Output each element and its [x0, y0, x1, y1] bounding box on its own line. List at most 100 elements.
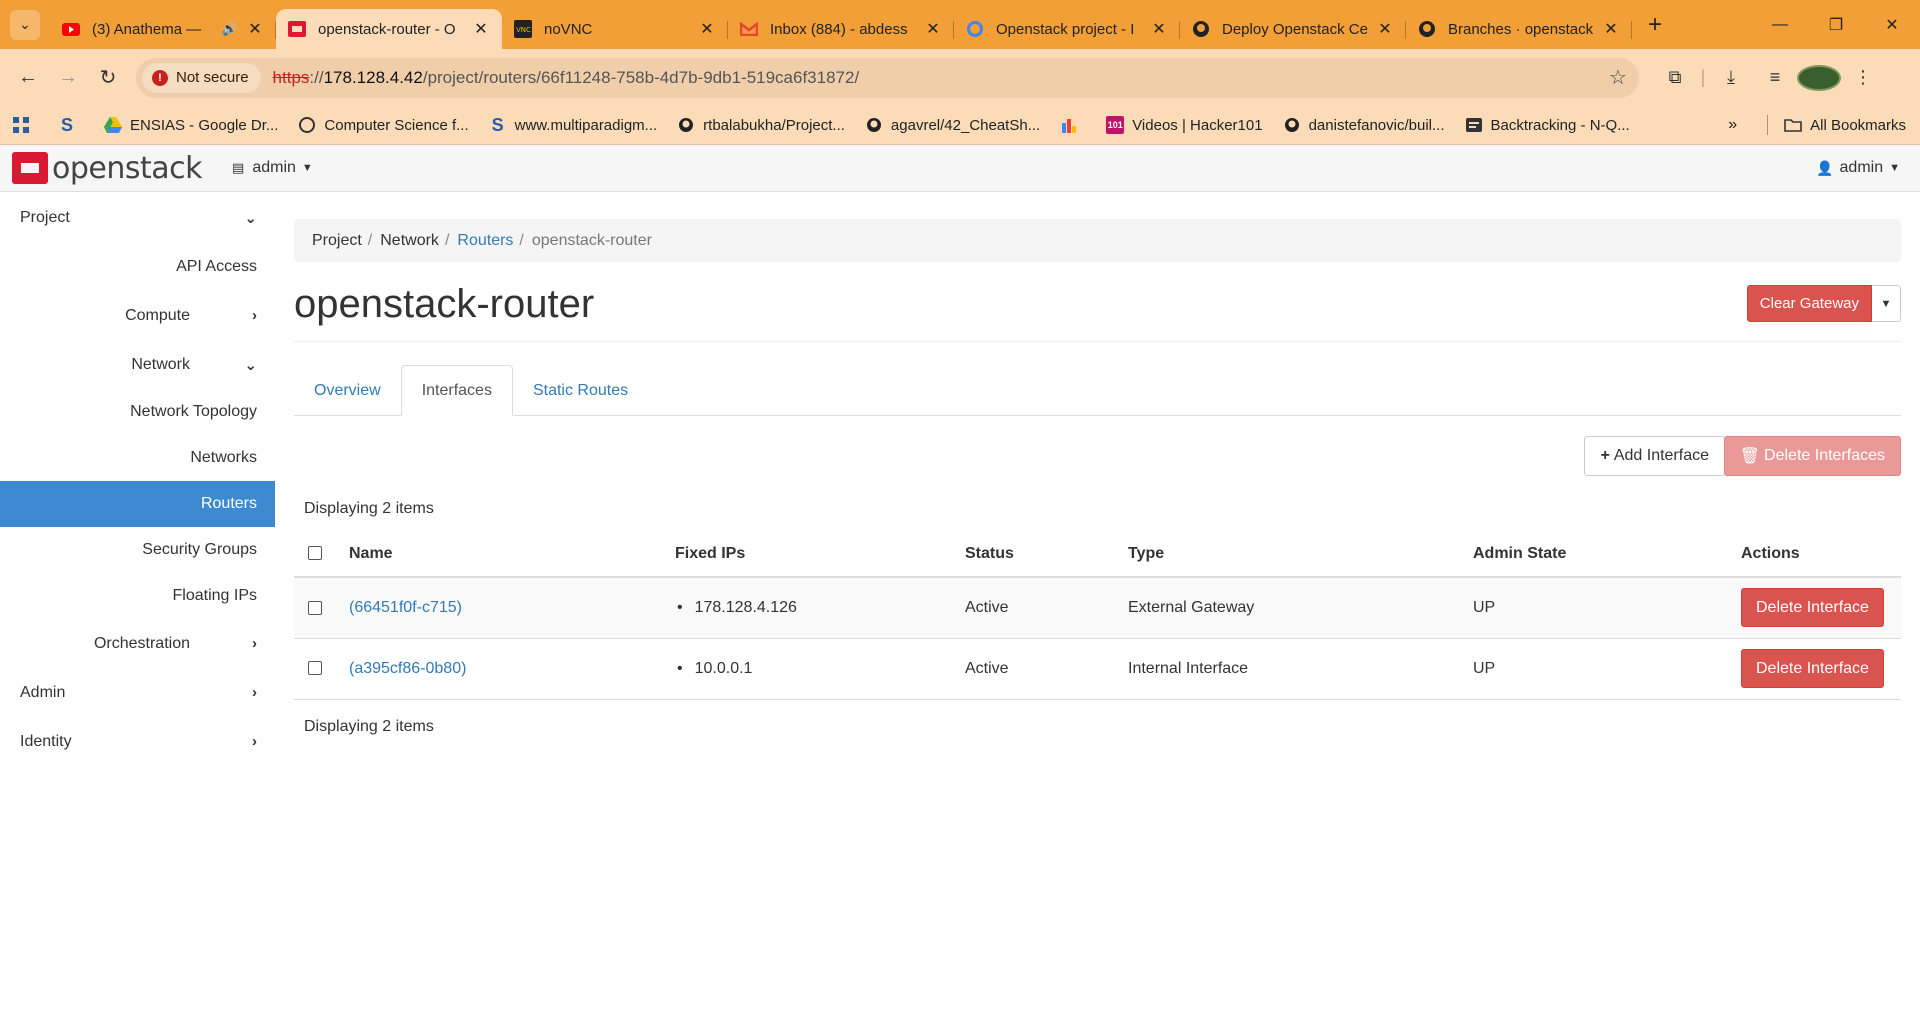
new-tab-icon[interactable]: +: [1640, 10, 1670, 40]
openstack-topnav: openstack ▤ admin ▼ 👤 admin ▼: [0, 145, 1920, 192]
browser-tab[interactable]: Branches · openstack ✕: [1406, 9, 1632, 49]
delete-interfaces-label: Delete Interfaces: [1764, 447, 1885, 464]
sidebar-item-label: Network Topology: [130, 403, 257, 420]
close-tab-icon[interactable]: ✕: [246, 19, 264, 39]
actions-dropdown-toggle[interactable]: ▼: [1872, 285, 1901, 322]
fixed-ip-cell: 178.128.4.126: [667, 577, 957, 639]
bookmark-item[interactable]: [1060, 116, 1086, 134]
close-window-icon[interactable]: ✕: [1864, 0, 1920, 49]
sidebar-item-network-topology[interactable]: Network Topology: [0, 389, 275, 435]
bookmark-item[interactable]: [12, 116, 38, 134]
tab-overview[interactable]: Overview: [294, 365, 401, 416]
status-cell: Active: [957, 638, 1120, 700]
browser-tab[interactable]: VNC noVNC ✕: [502, 9, 728, 49]
close-tab-icon[interactable]: ✕: [1376, 19, 1394, 39]
sidebar-item-label: Identity: [20, 732, 72, 750]
clear-gateway-button[interactable]: Clear Gateway: [1746, 285, 1872, 322]
forward-icon[interactable]: →: [50, 60, 86, 96]
bookmark-item[interactable]: Backtracking - N-Q...: [1465, 116, 1630, 134]
sidebar-item-network[interactable]: Network ⌄: [0, 340, 275, 389]
column-header-type[interactable]: Type: [1120, 531, 1465, 578]
add-interface-button[interactable]: + Add Interface: [1584, 436, 1725, 476]
column-header-status[interactable]: Status: [957, 531, 1120, 578]
column-header-fixed-ips[interactable]: Fixed IPs: [667, 531, 957, 578]
delete-interface-button[interactable]: Delete Interface: [1741, 649, 1884, 688]
download-icon[interactable]: ⤓: [1709, 67, 1753, 88]
sidebar-item-security-groups[interactable]: Security Groups: [0, 527, 275, 573]
row-checkbox[interactable]: [308, 600, 322, 615]
browser-tab[interactable]: Inbox (884) - abdess ✕: [728, 9, 954, 49]
all-bookmarks-label: All Bookmarks: [1810, 116, 1906, 134]
bookmark-item[interactable]: Swww.multiparadigm...: [489, 115, 658, 135]
column-header-name[interactable]: Name: [341, 531, 667, 578]
browser-tab[interactable]: Deploy Openstack Ce ✕: [1180, 9, 1406, 49]
interface-name-link[interactable]: (66451f0f-c715): [349, 599, 462, 616]
close-tab-icon[interactable]: ✕: [472, 19, 490, 39]
browser-tab[interactable]: (3) Anathema — 🔊 ✕: [50, 9, 276, 49]
tab-search-icon[interactable]: ⌄: [10, 9, 40, 40]
chevron-right-icon: ›: [252, 635, 257, 652]
sidebar-item-networks[interactable]: Networks: [0, 435, 275, 481]
close-tab-icon[interactable]: ✕: [698, 19, 716, 39]
chart-icon: [1060, 116, 1078, 134]
security-chip[interactable]: ! Not secure: [142, 62, 261, 93]
interface-name-link[interactable]: (a395cf86-0b80): [349, 660, 466, 677]
project-icon: ▤: [232, 160, 245, 175]
bookmark-item[interactable]: S: [58, 115, 84, 135]
delete-interfaces-button[interactable]: 🗑 Delete Interfaces: [1723, 436, 1901, 476]
admin-state-cell: UP: [1465, 638, 1733, 700]
row-checkbox[interactable]: [308, 661, 322, 676]
breadcrumb-routers-link[interactable]: Routers: [457, 232, 513, 250]
close-tab-icon[interactable]: ✕: [924, 19, 942, 39]
restore-icon[interactable]: ❐: [1808, 0, 1864, 49]
close-tab-icon[interactable]: ✕: [1602, 19, 1620, 39]
sidebar-item-admin[interactable]: Admin ›: [0, 668, 275, 717]
bookmark-item[interactable]: danistefanovic/buil...: [1283, 116, 1445, 134]
sidebar-item-api-access[interactable]: API Access: [0, 242, 275, 291]
tab-static-routes[interactable]: Static Routes: [513, 365, 648, 416]
browser-tab-active[interactable]: openstack-router - O ✕: [276, 9, 502, 49]
page-title: openstack-router: [294, 282, 595, 326]
breadcrumb-separator: /: [367, 231, 373, 249]
extensions-icon[interactable]: ⧉: [1653, 67, 1697, 88]
url-text[interactable]: https://178.128.4.42/project/routers/66f…: [273, 68, 1603, 88]
bookmark-star-icon[interactable]: ☆: [1603, 65, 1633, 90]
column-header-admin-state[interactable]: Admin State: [1465, 531, 1733, 578]
close-tab-icon[interactable]: ✕: [1150, 19, 1168, 39]
all-bookmarks-button[interactable]: All Bookmarks: [1784, 116, 1906, 134]
more-bookmarks-icon[interactable]: »: [1728, 116, 1737, 134]
delete-interface-button[interactable]: Delete Interface: [1741, 588, 1884, 628]
user-menu[interactable]: 👤 admin ▼: [1816, 159, 1900, 177]
reload-icon[interactable]: ↻: [90, 60, 126, 96]
sidebar-item-routers[interactable]: Routers: [0, 481, 275, 527]
openstack-logo[interactable]: openstack: [12, 151, 203, 186]
sidebar-item-floating-ips[interactable]: Floating IPs: [0, 573, 275, 619]
window-controls: — ❐ ✕: [1752, 0, 1920, 49]
project-selector[interactable]: ▤ admin ▼: [232, 159, 313, 177]
caret-down-icon: ▼: [1889, 162, 1900, 174]
profile-avatar[interactable]: [1797, 64, 1841, 91]
bookmark-item[interactable]: agavrel/42_CheatSh...: [865, 116, 1040, 134]
menu-kebab-icon[interactable]: ⋮: [1841, 67, 1885, 88]
bookmark-item[interactable]: Computer Science f...: [298, 116, 469, 134]
speaker-icon[interactable]: 🔊: [222, 21, 238, 37]
sidebar-item-orchestration[interactable]: Orchestration ›: [0, 619, 275, 668]
tab-interfaces[interactable]: Interfaces: [400, 365, 513, 416]
type-cell: External Gateway: [1120, 577, 1465, 639]
minimize-icon[interactable]: —: [1752, 0, 1808, 49]
type-cell: Internal Interface: [1120, 638, 1465, 700]
bookmark-item[interactable]: ENSIAS - Google Dr...: [104, 116, 278, 134]
media-control-icon[interactable]: ≡: [1753, 67, 1797, 88]
item-count: Displaying 2 items: [304, 500, 434, 517]
back-icon[interactable]: ←: [10, 60, 46, 96]
bookmark-item[interactable]: rtbalabukha/Project...: [677, 116, 845, 134]
bookmark-item[interactable]: 101 Videos | Hacker101: [1106, 116, 1263, 134]
breadcrumb-project: Project: [312, 231, 362, 249]
omnibox[interactable]: ! Not secure https://178.128.4.42/projec…: [136, 57, 1639, 98]
column-header-actions: Actions: [1733, 531, 1901, 578]
browser-tab[interactable]: Openstack project - I ✕: [954, 9, 1180, 49]
sidebar-item-project[interactable]: Project ⌄: [0, 193, 275, 242]
sidebar-item-identity[interactable]: Identity ›: [0, 717, 275, 766]
select-all-checkbox[interactable]: [308, 546, 322, 561]
sidebar-item-compute[interactable]: Compute ›: [0, 291, 275, 340]
